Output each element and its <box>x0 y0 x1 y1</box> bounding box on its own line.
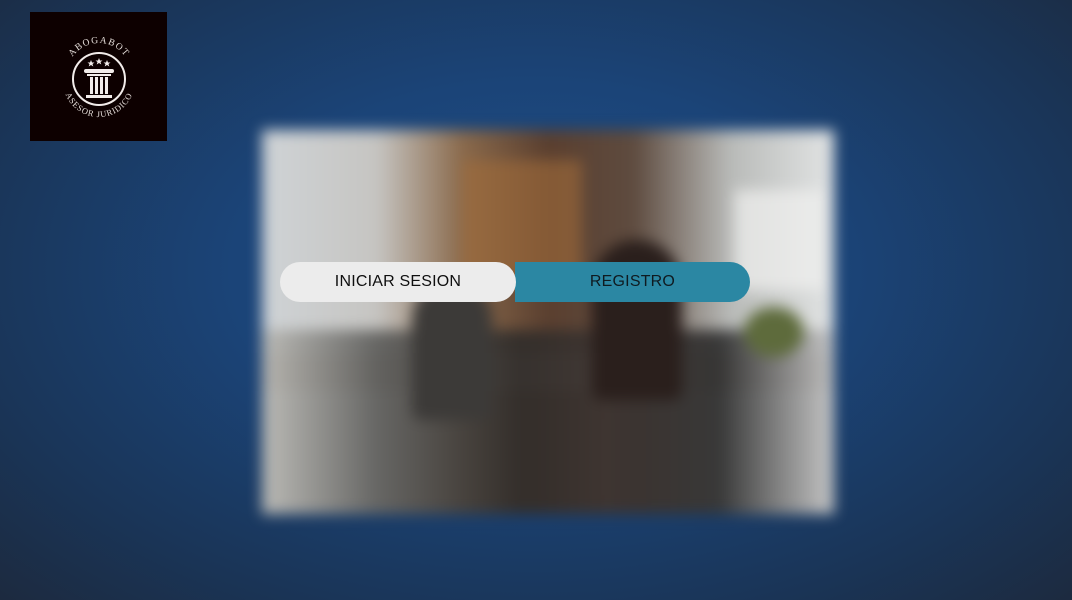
background-photo <box>262 130 834 514</box>
login-button[interactable]: INICIAR SESION <box>280 262 516 302</box>
register-button[interactable]: REGISTRO <box>515 262 750 302</box>
auth-button-group: INICIAR SESION REGISTRO <box>280 262 751 302</box>
svg-text:ABOGABOT: ABOGABOT <box>67 35 131 58</box>
brand-logo: ABOGABOT ASESOR JURIDICO <box>30 12 167 141</box>
pillar-icon: ABOGABOT ASESOR JURIDICO <box>63 35 133 118</box>
